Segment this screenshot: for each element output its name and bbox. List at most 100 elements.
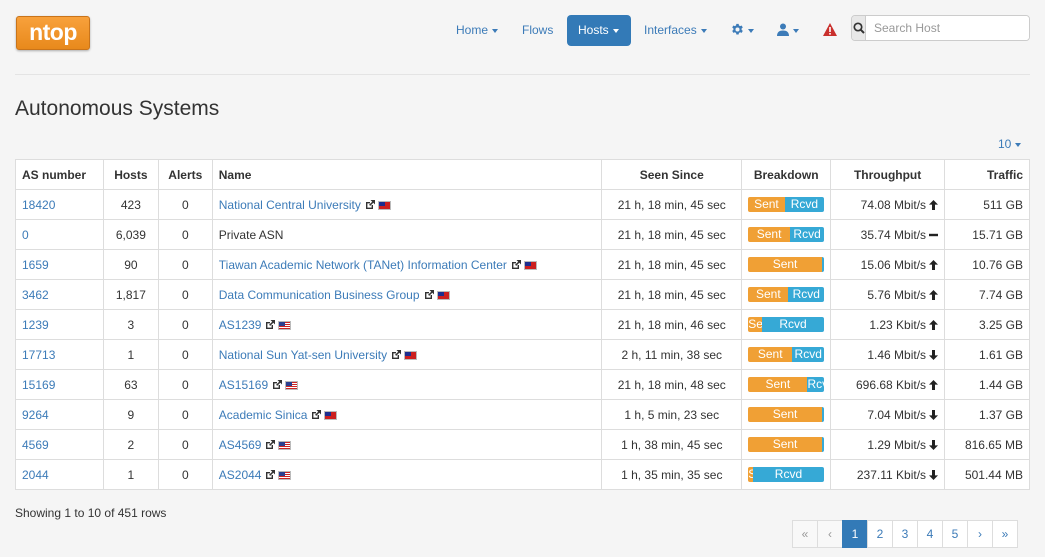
chevron-down-icon [700,28,707,33]
nav-user[interactable] [766,15,810,46]
page-button[interactable]: 5 [942,520,968,548]
table-row: 0 6,039 0 Private ASN 21 h, 18 min, 45 sec Se… [15,219,1030,250]
breakdown-bar: Se Rcvd [748,317,825,332]
page-button[interactable]: 1 [842,520,868,548]
page-button[interactable]: 2 [867,520,893,548]
as-name-link[interactable]: Academic Sinica [219,408,308,422]
rcvd-segment: Rcvd [792,347,825,362]
search-input[interactable] [866,16,1029,40]
page-button[interactable]: 4 [917,520,943,548]
page-button[interactable]: 3 [892,520,918,548]
table-row: 3462 1,817 0 Data Communication Business Gr… [15,279,1030,310]
traffic-value: 1.61 GB [944,339,1030,370]
col-traffic[interactable]: Traffic [944,159,1030,190]
throughput-value: 15.06 Mbit/s [860,257,927,272]
throughput-value: 1.29 Mbit/s [867,437,927,452]
external-link-icon[interactable] [510,259,522,271]
table-row: 1659 90 0 Tiawan Academic Network (TANet) I… [15,249,1030,280]
page-button[interactable]: » [992,520,1018,548]
chevron-down-icon [748,28,754,33]
as-name-link[interactable]: AS2044 [219,468,262,482]
chevron-down-icon [1015,142,1022,147]
arrow-down-icon [929,409,939,420]
as-name-link[interactable]: National Central University [219,198,361,212]
as-name: Private ASN [218,227,284,242]
alerts-count: 0 [157,249,213,280]
hosts-count: 6,039 [102,219,159,250]
taiwan-flag-icon [404,350,418,360]
as-number-link[interactable]: 9264 [22,408,49,422]
as-number-link[interactable]: 2044 [22,468,49,482]
breakdown-bar: Sent Rcvd [748,197,825,212]
traffic-value: 10.76 GB [944,249,1030,280]
nav-flows[interactable]: Flows [511,15,564,46]
as-name-link[interactable]: AS4569 [219,438,262,452]
as-table: AS number Hosts Alerts Name Seen Since B… [15,159,1030,490]
col-name[interactable]: Name [211,159,603,190]
external-link-icon[interactable] [264,439,276,451]
col-as-number[interactable]: AS number [15,159,104,190]
col-breakdown[interactable]: Breakdown [741,159,832,190]
rcvd-segment: Rcvd [752,467,825,482]
traffic-value: 15.71 GB [944,219,1030,250]
nav-interfaces-label: Interfaces [644,23,697,37]
hosts-count: 1 [102,459,159,490]
alerts-count: 0 [157,369,213,400]
as-name-link[interactable]: AS15169 [219,378,268,392]
sent-segment: Sent [748,347,793,362]
col-throughput[interactable]: Throughput [830,159,946,190]
external-link-icon[interactable] [264,469,276,481]
rcvd-segment [821,257,825,272]
col-seen-since[interactable]: Seen Since [601,159,743,190]
sent-segment: Sent [748,287,789,302]
as-number-link[interactable]: 0 [22,228,29,242]
breakdown-bar: S Rcvd [748,467,825,482]
hosts-count: 63 [102,369,159,400]
arrow-up-icon [929,289,939,300]
external-link-icon[interactable] [423,289,435,301]
search-group [851,15,1030,41]
throughput-value: 696.68 Kbit/s [855,377,927,392]
breakdown-bar: Sent [748,437,825,452]
user-icon [777,23,789,36]
as-number-link[interactable]: 17713 [22,348,55,362]
page-button[interactable]: ‹ [817,520,843,548]
rows-per-page-dropdown[interactable]: 10 [998,137,1022,151]
as-number-link[interactable]: 1239 [22,318,49,332]
page-button[interactable]: › [967,520,993,548]
us-flag-icon [278,320,292,330]
seen-since: 21 h, 18 min, 45 sec [601,189,743,220]
col-hosts[interactable]: Hosts [102,159,159,190]
col-alerts[interactable]: Alerts [157,159,213,190]
as-number-link[interactable]: 18420 [22,198,55,212]
table-header-row: AS number Hosts Alerts Name Seen Since B… [15,159,1030,190]
as-name-link[interactable]: Data Communication Business Group [219,288,420,302]
external-link-icon[interactable] [271,379,283,391]
page-title: Autonomous Systems [15,97,220,120]
ntop-logo[interactable]: ntop [16,16,90,50]
external-link-icon[interactable] [364,199,376,211]
as-number-link[interactable]: 4569 [22,438,49,452]
traffic-value: 501.44 MB [944,459,1030,490]
sent-segment: Sent [748,407,822,422]
as-number-link[interactable]: 3462 [22,288,49,302]
sent-segment: Sent [748,197,785,212]
page-button[interactable]: « [792,520,818,548]
as-name-link[interactable]: National Sun Yat-sen University [219,348,387,362]
rows-summary: Showing 1 to 10 of 451 rows [15,506,167,520]
nav-settings[interactable] [720,15,765,46]
nav-home[interactable]: Home [445,15,509,46]
nav-alerts[interactable] [812,15,848,46]
as-number-link[interactable]: 15169 [22,378,55,392]
search-button[interactable] [852,16,866,40]
as-name-link[interactable]: Tiawan Academic Network (TANet) Informat… [219,258,507,272]
external-link-icon[interactable] [390,349,402,361]
external-link-icon[interactable] [264,319,276,331]
nav-hosts[interactable]: Hosts [567,15,631,46]
external-link-icon[interactable] [310,409,322,421]
as-number-link[interactable]: 1659 [22,258,49,272]
as-name-link[interactable]: AS1239 [219,318,262,332]
nav-interfaces[interactable]: Interfaces [633,15,718,46]
alerts-count: 0 [157,189,213,220]
rcvd-segment: Rcv [807,377,825,392]
